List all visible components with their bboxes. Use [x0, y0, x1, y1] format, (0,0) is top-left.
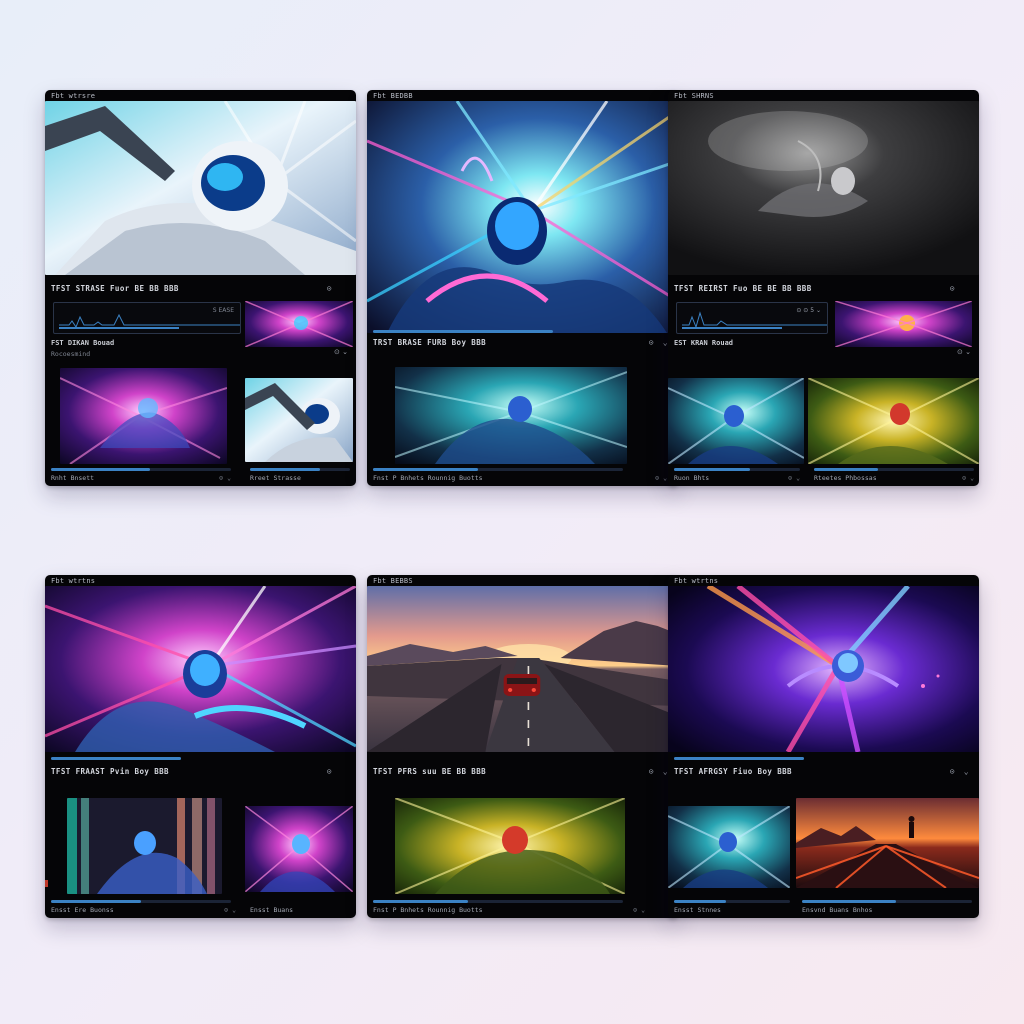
- footer-right: Ensvnd Buans Bnhos: [802, 904, 972, 916]
- footer-right-label: Rreet Strasse: [250, 474, 301, 482]
- project-card-1[interactable]: Fbt wtrsre TFST STRASE Fuor BE BB BBB ⊙ …: [45, 90, 356, 486]
- footer: Fnst P Bnhets Rounnig Buotts ⊙ ⌄: [373, 472, 667, 484]
- thumbnail-blue-figure[interactable]: [668, 806, 790, 888]
- thumbnail-desert-runner[interactable]: [796, 798, 979, 888]
- clip-title-row[interactable]: TFST FRAAST Pvin Boy BBB ⊙: [51, 765, 350, 779]
- clip-title: TFST PFRS suu BE BB BBB: [373, 767, 487, 776]
- clip-info-title: EST KRAN Rouad: [674, 339, 734, 347]
- hero-image-sunset-road[interactable]: [367, 586, 678, 752]
- footer-left-icon[interactable]: ⊙ ⌄: [219, 472, 231, 484]
- footer-left: Ensst Ere Buonss ⊙ ⌄: [51, 904, 236, 916]
- waveform-label: S EASE: [212, 307, 234, 314]
- footer-icon[interactable]: ⊙ ⌄: [655, 472, 667, 484]
- thumbnail-silver-astronaut[interactable]: [245, 378, 353, 462]
- hero-image-astronaut[interactable]: [45, 101, 356, 275]
- waveform-controls[interactable]: ⊙ ⊙ 5 ⌄: [796, 307, 821, 314]
- thumbnail-magenta-burst[interactable]: [245, 301, 353, 347]
- footer-left-label: Ensst Stnnes: [674, 906, 721, 914]
- footer-right-label: Ensvnd Buans Bnhos: [802, 906, 873, 914]
- footer-left-label: Ruon Bhts: [674, 474, 710, 482]
- card-title: Fbt BEDBB: [373, 92, 413, 100]
- thumbnail-blue-burst[interactable]: [668, 378, 804, 464]
- hero-image-cyan-burst[interactable]: [367, 101, 678, 333]
- clip-title-row[interactable]: TFST REIRST Fuo BE BE BB BBB ⊙: [674, 282, 973, 296]
- clip-title: TFST FRAAST Pvin Boy BBB: [51, 767, 169, 776]
- card-title: Fbt wtrtns: [51, 577, 96, 585]
- footer-left-label: Ensst Ere Buonss: [51, 906, 114, 914]
- footer-label: Fnst P Bnhets Rounnig Buotts: [373, 906, 483, 914]
- card-title: Fbt BEBBS: [373, 577, 413, 585]
- clip-info-title: FST DIKAN Bouad: [51, 339, 115, 347]
- eye-icon[interactable]: ⊙: [649, 765, 654, 779]
- footer-right-icon[interactable]: ⊙ ⌄: [962, 472, 974, 484]
- footer-left-icon[interactable]: ⊙ ⌄: [224, 904, 236, 916]
- hero-progress[interactable]: [373, 330, 553, 333]
- playback-progress-right[interactable]: [802, 900, 972, 903]
- playback-progress-right[interactable]: [250, 468, 350, 471]
- project-card-2[interactable]: Fbt BEDBB TRST BRASE FURB Boy BBB ⊙ ⌄ Fn…: [367, 90, 678, 486]
- footer-right: Rreet Strasse: [250, 472, 350, 484]
- footer-right-label: Rteetes Phbossas: [814, 474, 877, 482]
- hero-image-violet-neon[interactable]: [668, 586, 979, 752]
- hero-image-neon-figure[interactable]: [45, 586, 356, 752]
- eye-icon[interactable]: ⊙: [950, 282, 955, 296]
- hero-image-smoke[interactable]: [668, 101, 979, 275]
- clip-title-row[interactable]: TRST BRASE FURB Boy BBB ⊙ ⌄: [373, 336, 672, 350]
- footer-left-icon[interactable]: ⊙ ⌄: [788, 472, 800, 484]
- clip-title: TRST BRASE FURB Boy BBB: [373, 338, 487, 347]
- hero-progress[interactable]: [674, 757, 804, 760]
- thumbnail-gold-figure[interactable]: [395, 798, 625, 894]
- playback-progress[interactable]: [373, 468, 623, 471]
- playback-progress-left[interactable]: [674, 468, 800, 471]
- project-card-6[interactable]: Fbt wtrtns TFST AFRGSY Fiuo Boy BBB ⊙ ⌄: [668, 575, 979, 918]
- eye-icon[interactable]: ⊙: [327, 282, 332, 296]
- project-card-4[interactable]: Fbt wtrtns TFST FRAAST Pvin Boy BBB ⊙ En…: [45, 575, 356, 918]
- marker-flag: [45, 880, 48, 887]
- clip-info-row: EST KRAN Rouad: [674, 338, 864, 360]
- clip-title-row[interactable]: TFST AFRGSY Fiuo Boy BBB ⊙ ⌄: [674, 765, 973, 779]
- card-title: Fbt wtrtns: [674, 577, 719, 585]
- info-eye-icon[interactable]: ⊙ ⌄: [334, 348, 348, 356]
- footer-icon[interactable]: ⊙ ⌄: [633, 904, 645, 916]
- project-card-5[interactable]: Fbt BEBBS TFST PFRS suu BE BB BBB ⊙ ⌄ Fn…: [367, 575, 678, 918]
- eye-icon[interactable]: ⊙: [950, 765, 955, 779]
- footer-left: Ensst Stnnes: [674, 904, 790, 916]
- thumbnail-prism-figure[interactable]: [67, 798, 222, 894]
- thumbnail-magenta-figure[interactable]: [245, 806, 353, 892]
- footer-left: Rnht Bnsett ⊙ ⌄: [51, 472, 231, 484]
- clip-title: TFST STRASE Fuor BE BB BBB: [51, 284, 179, 293]
- footer-label: Fnst P Bnhets Rounnig Buotts: [373, 474, 483, 482]
- card-title: Fbt SHRNS: [674, 92, 714, 100]
- playback-progress-left[interactable]: [51, 900, 231, 903]
- clip-info-row: FST DIKAN Bouad Rocoesmind: [51, 338, 241, 360]
- clip-info-caption: Rocoesmind: [51, 350, 91, 358]
- eye-icon[interactable]: ⊙: [327, 765, 332, 779]
- clip-title: TFST AFRGSY Fiuo Boy BBB: [674, 767, 792, 776]
- footer-right-label: Ensst Buans: [250, 906, 294, 914]
- thumbnail-gold-burst[interactable]: [808, 378, 979, 464]
- clip-title-row[interactable]: TFST PFRS suu BE BB BBB ⊙ ⌄: [373, 765, 672, 779]
- footer-left: Ruon Bhts ⊙ ⌄: [674, 472, 800, 484]
- footer-right: Ensst Buans: [250, 904, 350, 916]
- thumbnail-teal-figure[interactable]: [395, 367, 627, 464]
- eye-icon[interactable]: ⊙: [649, 336, 654, 350]
- hero-progress[interactable]: [51, 757, 181, 760]
- footer-left-label: Rnht Bnsett: [51, 474, 95, 482]
- playback-progress-left[interactable]: [674, 900, 790, 903]
- clip-title-row[interactable]: TFST STRASE Fuor BE BB BBB ⊙: [51, 282, 350, 296]
- audio-waveform-panel[interactable]: ⊙ ⊙ 5 ⌄: [676, 302, 828, 334]
- playback-progress-right[interactable]: [814, 468, 974, 471]
- chevron-down-icon[interactable]: ⌄: [964, 765, 969, 779]
- footer: Fnst P Bnhets Rounnig Buotts ⊙ ⌄: [373, 904, 645, 916]
- clip-title: TFST REIRST Fuo BE BE BB BBB: [674, 284, 812, 293]
- playback-progress-left[interactable]: [51, 468, 231, 471]
- project-card-3[interactable]: Fbt SHRNS TFST REIRST Fuo BE BE BB BBB ⊙…: [668, 90, 979, 486]
- info-eye-icon[interactable]: ⊙ ⌄: [957, 348, 971, 356]
- card-title: Fbt wtrsre: [51, 92, 96, 100]
- footer-right: Rteetes Phbossas ⊙ ⌄: [814, 472, 974, 484]
- playback-progress[interactable]: [373, 900, 623, 903]
- thumbnail-purple-figure[interactable]: [60, 368, 227, 464]
- audio-waveform-panel[interactable]: S EASE: [53, 302, 241, 334]
